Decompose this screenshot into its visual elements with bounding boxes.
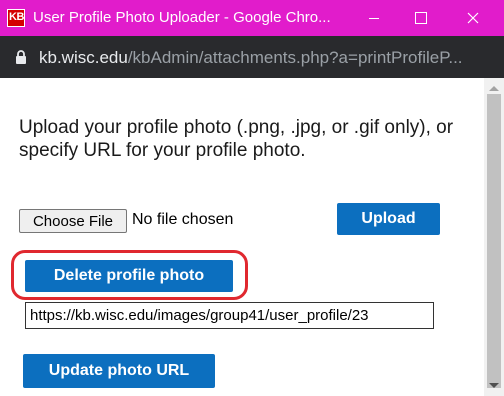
close-button[interactable] [450, 0, 496, 36]
upload-instructions: Upload your profile photo (.png, .jpg, o… [19, 117, 454, 161]
url-host: kb.wisc.edu [39, 48, 128, 67]
scroll-down-arrow-icon[interactable] [489, 383, 499, 388]
page-content: Upload your profile photo (.png, .jpg, o… [0, 78, 484, 396]
scroll-thumb[interactable] [487, 94, 501, 388]
vertical-scrollbar[interactable] [484, 78, 504, 396]
window-title: User Profile Photo Uploader - Google Chr… [33, 9, 331, 26]
window-titlebar: KB User Profile Photo Uploader - Google … [0, 0, 504, 36]
url-path: /kbAdmin/attachments.php?a=printProfileP… [127, 48, 463, 67]
delete-profile-photo-button[interactable]: Delete profile photo [25, 260, 233, 292]
photo-url-input[interactable] [25, 302, 434, 329]
app-icon-text: KB [9, 11, 24, 23]
kb-app-icon: KB [7, 9, 25, 27]
file-status-text: No file chosen [132, 211, 234, 228]
upload-button[interactable]: Upload [337, 203, 440, 235]
update-photo-url-button[interactable]: Update photo URL [23, 354, 215, 388]
minimize-button[interactable] [351, 0, 397, 36]
close-icon [467, 12, 479, 24]
lock-icon [16, 50, 26, 64]
address-bar: kb.wisc.edu/kbAdmin/attachments.php?a=pr… [0, 36, 504, 78]
url-text[interactable]: kb.wisc.edu/kbAdmin/attachments.php?a=pr… [39, 48, 463, 68]
scroll-up-arrow-icon[interactable] [489, 86, 499, 91]
maximize-button[interactable] [397, 0, 443, 36]
choose-file-button[interactable]: Choose File [19, 209, 127, 233]
